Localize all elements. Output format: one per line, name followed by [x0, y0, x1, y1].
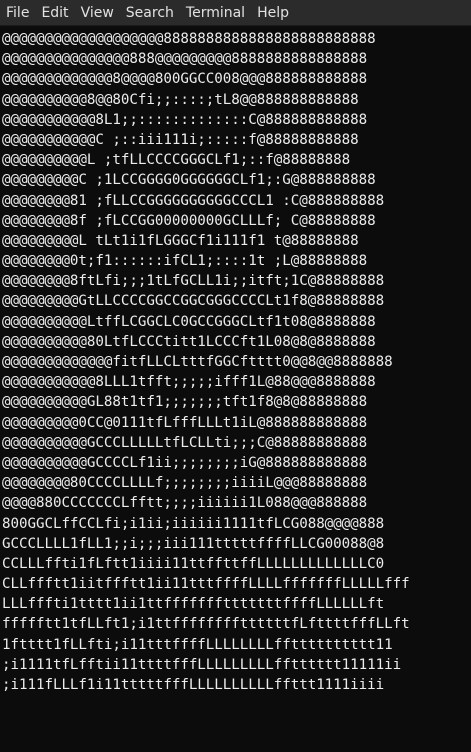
terminal-line: ;i111fLLLf1i11tttttfffLLLLLLLLLLffttt111…	[2, 677, 385, 693]
terminal-line: @@@@@@@@@@@@@@@@@@@888888888888888888888…	[2, 31, 376, 47]
menu-file[interactable]: File	[6, 0, 29, 26]
terminal-line: ffffftt1tfLLft1;i1ttffffffffttttttfLfttt…	[2, 616, 410, 633]
terminal-line: @@@@@@@@@0CC@0111tfLfffLLLt1iL@888888888…	[2, 414, 368, 431]
menu-help[interactable]: Help	[257, 0, 289, 26]
menu-terminal[interactable]: Terminal	[186, 0, 245, 26]
terminal-window: File Edit View Search Terminal Help @@@@…	[0, 0, 471, 752]
terminal-line: @@@@@@@@@@@C ;::iii111i;:::::f@888888888…	[2, 131, 359, 148]
terminal-line: @@@@@@@@8ftLfi;;;1tLfGCLL1i;;itft;1C@888…	[2, 273, 385, 290]
terminal-line: 1ftttt1fLLfti;i11tttffffLLLLLLLLfftttttt…	[2, 636, 393, 653]
terminal-line: @@@@@@@@@@GCCCCLf1ii;;;;;;;;iG@888888888…	[2, 454, 368, 471]
terminal-line: @@@@@@@@81 ;fLLCCGGGGGGGGGGCCCL1 :C@8888…	[2, 192, 385, 209]
terminal-line: @@@@@@@@@@GL88t1tf1;;;;;;;tft1f8@8@88888…	[2, 394, 368, 411]
terminal-line: 800GGCLffCCLfi;i1ii;iiiiii1111tfLCG088@@…	[2, 515, 385, 532]
terminal-line: ;i1111tfLfftii11ttttfffLLLLLLLLLfftttttt…	[2, 656, 402, 673]
terminal-line: @@@@880CCCCCCCLfftt;;;;iiiiii1L088@@@888…	[2, 495, 368, 512]
menu-edit[interactable]: Edit	[41, 0, 68, 26]
terminal-line: CCLLLffti1fLftt1iiii11ttffttffLLLLLLLLLL…	[2, 555, 385, 572]
terminal-line: @@@@@@@@@@@@@8@@@@800GGCC008@@@888888888…	[2, 71, 368, 88]
terminal-line: @@@@@@@@80CCCCLLLLf;;;;;;;;iiiiL@@@88888…	[2, 475, 368, 492]
terminal-line: @@@@@@@@@@L ;tfLLCCCCGGGCLf1;::f@8888888…	[2, 152, 351, 169]
terminal-line: CLLffftt1iitffftt1ii11tttffffLLLLfffffff…	[2, 576, 410, 593]
terminal-output-area[interactable]: @@@@@@@@@@@@@@@@@@@888888888888888888888…	[0, 27, 471, 752]
terminal-line: @@@@@@@@@L tLt1i1fLGGGCf1i111f1 t@888888…	[2, 232, 359, 249]
terminal-line: @@@@@@@@@@LtffLCGGCLC0GCCGGGCLtf1t08@888…	[2, 313, 376, 330]
terminal-line: LLLfffti1tttt1ii1ttffffffftttttttffffLLL…	[2, 596, 385, 613]
terminal-line: @@@@@@@@8f ;fLCCGG00000000GCLLLf; C@8888…	[2, 212, 376, 229]
ascii-art-output: @@@@@@@@@@@@@@@@@@@888888888888888888888…	[2, 29, 410, 695]
terminal-line: @@@@@@@@@@8@@80Cfi;;::::;tL8@@8888888888…	[2, 91, 359, 108]
terminal-line: @@@@@@@@@GtLLCCCCGGCCGGCGGGCCCCLt1f8@888…	[2, 293, 385, 310]
terminal-line: @@@@@@@@@C ;1LCCGGGG0GGGGGGCLf1;:G@88888…	[2, 172, 376, 189]
terminal-line: @@@@@@@@@@@@@fitfLLCLtttfGGCftttt0@@8@@8…	[2, 354, 393, 370]
terminal-line: @@@@@@@@0t;f1::::::ifCL1;::::1t ;L@88888…	[2, 253, 368, 270]
terminal-line: @@@@@@@@@@@@@@@888@@@@@@@@@8888888888888…	[2, 51, 368, 68]
terminal-line: @@@@@@@@@@GCCCLLLLLtfLCLLti;;;C@88888888…	[2, 434, 368, 451]
menu-view[interactable]: View	[81, 0, 114, 26]
menu-search[interactable]: Search	[126, 0, 174, 26]
terminal-line: @@@@@@@@@@@8L1;;:::::::::::::C@888888888…	[2, 111, 368, 128]
menu-bar: File Edit View Search Terminal Help	[0, 0, 471, 26]
terminal-line: @@@@@@@@@@@8LLL1tfft;;;;;ifff1L@88@@@888…	[2, 374, 376, 391]
terminal-line: @@@@@@@@@@80LtfLCCCtitt1LCCCft1L08@8@888…	[2, 333, 376, 350]
terminal-line: GCCCLLLL1fLL1;;i;;;iii111tttttffffLLCG00…	[2, 535, 385, 552]
